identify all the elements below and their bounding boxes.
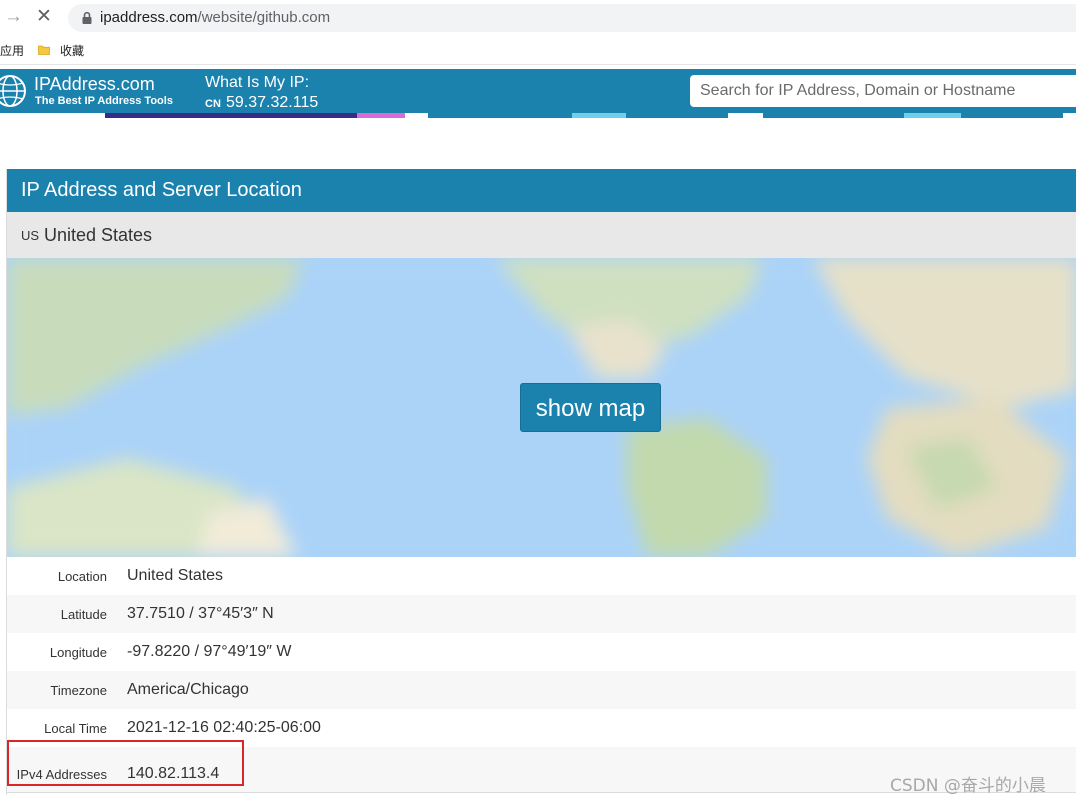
url-domain: ipaddress.com: [100, 9, 198, 26]
bookmarks-bar: 应用 收藏: [0, 36, 1076, 65]
row-value: United States: [127, 567, 224, 584]
my-ip-value[interactable]: 59.37.32.115: [226, 94, 318, 112]
row-label: Latitude: [60, 606, 107, 622]
site-header: IPAddress.com The Best IP Address Tools …: [0, 69, 1076, 113]
table-row: Latitude 37.7510 / 37°45′3″ N: [7, 595, 1076, 633]
globe-logo-icon[interactable]: [0, 73, 26, 109]
table-row: Longitude -97.8220 / 97°49′19″ W: [7, 633, 1076, 671]
row-label: Timezone: [50, 682, 107, 698]
nav-strip-ad-2[interactable]: [428, 113, 728, 118]
nav-strip-ad-1[interactable]: [105, 113, 405, 118]
watermark: CSDN @奋斗的小晨: [890, 776, 1046, 796]
row-value: -97.8220 / 97°49′19″ W: [127, 643, 292, 660]
country-code: US: [21, 228, 40, 243]
browser-toolbar: → ✕ ipaddress.com/website/github.com: [0, 0, 1076, 36]
brand-name[interactable]: IPAddress.com: [34, 74, 155, 95]
lock-icon[interactable]: [80, 11, 94, 25]
row-value: 37.7510 / 37°45′3″ N: [127, 605, 274, 622]
row-label: Longitude: [49, 644, 107, 660]
folder-icon: [38, 45, 50, 55]
card-header: IP Address and Server Location: [7, 169, 1076, 212]
row-value: America/Chicago: [127, 681, 249, 698]
table-row: Timezone America/Chicago: [7, 671, 1076, 709]
annotation-highlight-box: [7, 740, 244, 786]
bookmark-apps[interactable]: 应用: [0, 42, 24, 59]
stop-loading-icon[interactable]: ✕: [34, 7, 54, 27]
map-preview: show map: [7, 258, 1076, 557]
nav-strip-ad-3[interactable]: [763, 113, 1063, 118]
show-map-button[interactable]: show map: [520, 383, 661, 432]
brand-tagline: The Best IP Address Tools: [35, 95, 173, 107]
table-row: Location United States: [7, 557, 1076, 595]
row-value: 2021-12-16 02:40:25-06:00: [127, 719, 321, 736]
url-text[interactable]: ipaddress.com/website/github.com: [100, 4, 330, 32]
forward-arrow-icon[interactable]: →: [4, 7, 23, 27]
search-input[interactable]: [690, 75, 1076, 107]
card-title: IP Address and Server Location: [21, 179, 302, 201]
country-bar: US United States: [7, 212, 1076, 258]
row-label: Location: [57, 568, 107, 584]
bookmark-favorites[interactable]: 收藏: [60, 42, 84, 59]
address-bar[interactable]: ipaddress.com/website/github.com: [68, 4, 1076, 32]
url-path: /website/github.com: [197, 9, 331, 26]
my-ip-label[interactable]: What Is My IP:: [205, 74, 309, 92]
country-name: United States: [44, 225, 153, 245]
location-card: IP Address and Server Location US United…: [6, 169, 1076, 795]
my-ip-country-code: CN: [205, 98, 221, 110]
